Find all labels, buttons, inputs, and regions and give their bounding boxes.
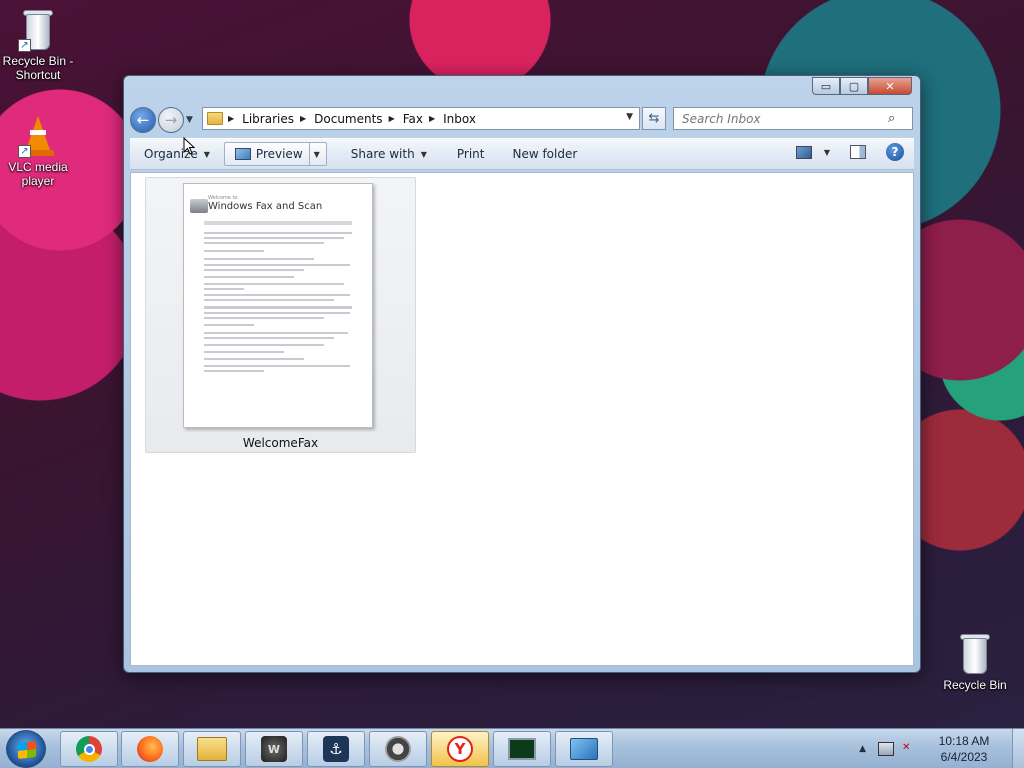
shortcut-arrow-icon: ↗ [18, 145, 31, 158]
breadcrumb-documents[interactable]: Documents ▶ [314, 112, 403, 126]
window-controls: ▭ ▢ ✕ [812, 77, 912, 95]
search-input[interactable] [674, 111, 884, 126]
taskbar-world-of-tanks[interactable]: W [245, 731, 303, 767]
task-manager-icon [508, 738, 536, 760]
control-panel-icon [570, 738, 598, 760]
taskbar-control-panel[interactable] [555, 731, 613, 767]
file-item-welcomefax[interactable]: Welcome to Windows Fax and Scan WelcomeF… [145, 177, 416, 453]
search-icon[interactable]: ⌕ [888, 111, 895, 126]
refresh-icon: ⇆ [648, 111, 660, 126]
forward-button[interactable]: → [158, 107, 184, 133]
share-with-button[interactable]: Share with ▼ [341, 142, 437, 166]
desktop-icon-vlc[interactable]: ↗ VLC media player [0, 114, 76, 188]
volume-muted-icon[interactable]: ✕ [902, 742, 918, 756]
breadcrumb-root-arrow[interactable]: ▶ [228, 114, 242, 123]
preview-button[interactable]: Preview ▼ [223, 142, 327, 166]
navigation-bar: ← → ▼ ▶ Libraries ▶ Documents ▶ Fax ▶ Inbox… [130, 105, 914, 135]
chevron-right-icon[interactable]: ▶ [429, 114, 435, 123]
taskbar: W ⚓ Y ▲ ✕ 10:18 AM 6/4/2023 [0, 728, 1024, 768]
desktop-icon-recycle-bin-shortcut[interactable]: ↗ Recycle Bin - Shortcut [0, 8, 76, 82]
taskbar-raccoon-app[interactable] [369, 731, 427, 767]
address-bar[interactable]: ▶ Libraries ▶ Documents ▶ Fax ▶ Inbox ▼ [202, 107, 640, 130]
world-of-warships-icon: ⚓ [323, 736, 349, 762]
change-view-icon[interactable] [795, 145, 812, 159]
desktop-icon-label: Recycle Bin - Shortcut [2, 54, 74, 82]
new-folder-button[interactable]: New folder [502, 142, 587, 166]
toolbar-right-group: ▼ ? [795, 143, 904, 161]
organize-button[interactable]: Organize ▼ [130, 142, 220, 166]
search-box[interactable]: ⌕ [673, 107, 913, 130]
start-button[interactable] [6, 730, 46, 768]
taskbar-yandex-browser[interactable]: Y [431, 731, 489, 767]
fax-printer-icon [190, 199, 208, 213]
desktop-icon-label: Recycle Bin [943, 678, 1007, 692]
taskbar-chrome[interactable] [60, 731, 118, 767]
back-button[interactable]: ← [130, 107, 156, 133]
show-desktop-button[interactable] [1012, 729, 1024, 768]
refresh-button[interactable]: ⇆ [642, 107, 666, 130]
clock[interactable]: 10:18 AM 6/4/2023 [928, 733, 1000, 765]
shortcut-arrow-icon: ↗ [18, 39, 31, 52]
recycle-bin-icon: ↗ [18, 8, 58, 52]
chevron-down-icon: ▼ [313, 149, 320, 159]
chevron-right-icon[interactable]: ▶ [300, 114, 306, 123]
desktop-icon-label: VLC media player [8, 160, 68, 188]
world-of-tanks-icon: W [261, 736, 287, 762]
help-icon[interactable]: ? [886, 143, 904, 161]
back-arrow-icon: ← [136, 111, 150, 129]
taskbar-file-explorer[interactable] [183, 731, 241, 767]
vlc-cone-icon: ↗ [18, 114, 58, 158]
forward-arrow-icon: → [164, 111, 178, 129]
preview-dropdown-button[interactable]: ▼ [308, 143, 320, 165]
file-list-area[interactable]: Welcome to Windows Fax and Scan WelcomeF… [130, 172, 914, 666]
network-icon[interactable] [878, 742, 894, 756]
recycle-bin-icon [955, 632, 995, 676]
clock-time: 10:18 AM [938, 734, 990, 748]
clock-date: 6/4/2023 [940, 750, 988, 764]
taskbar-world-of-warships[interactable]: ⚓ [307, 731, 365, 767]
show-hidden-icons-button[interactable]: ▲ [859, 744, 866, 754]
preview-picture-icon [234, 148, 251, 160]
chevron-down-icon: ▼ [203, 149, 210, 159]
address-dropdown-icon[interactable]: ▼ [626, 112, 633, 122]
desktop-icon-recycle-bin[interactable]: Recycle Bin [937, 632, 1013, 692]
taskbar-task-manager[interactable] [493, 731, 551, 767]
close-button[interactable]: ✕ [868, 77, 912, 95]
maximize-button[interactable]: ▢ [840, 77, 868, 95]
raccoon-app-icon [385, 736, 411, 762]
firefox-icon [137, 736, 163, 762]
breadcrumb-fax[interactable]: Fax ▶ [403, 112, 443, 126]
recent-pages-dropdown[interactable]: ▼ [186, 115, 198, 125]
explorer-window: ▭ ▢ ✕ ← → ▼ ▶ Libraries ▶ Documents ▶ Fax ▶… [123, 75, 921, 673]
yandex-browser-icon: Y [447, 736, 473, 762]
taskbar-firefox[interactable] [121, 731, 179, 767]
folder-icon [207, 112, 223, 125]
file-explorer-icon [197, 737, 227, 761]
chevron-down-icon[interactable]: ▼ [824, 148, 830, 157]
breadcrumb-inbox[interactable]: Inbox [443, 112, 476, 126]
chevron-down-icon: ▼ [420, 149, 427, 159]
system-tray: ▲ ✕ 10:18 AM 6/4/2023 [859, 729, 1024, 768]
thumbnail-header: Welcome to Windows Fax and Scan [190, 195, 322, 213]
chrome-icon [76, 736, 102, 762]
breadcrumb-libraries[interactable]: Libraries ▶ [242, 112, 314, 126]
chevron-right-icon[interactable]: ▶ [389, 114, 395, 123]
windows-logo-icon [18, 741, 36, 759]
command-bar: Organize ▼ Preview ▼ Share with ▼ Print Ne… [130, 138, 914, 170]
document-thumbnail: Welcome to Windows Fax and Scan [183, 183, 373, 428]
minimize-button[interactable]: ▭ [812, 77, 840, 95]
file-name-label: WelcomeFax [242, 436, 319, 450]
mouse-cursor-icon [183, 137, 195, 155]
print-button[interactable]: Print [447, 142, 495, 166]
preview-pane-icon[interactable] [850, 145, 866, 159]
